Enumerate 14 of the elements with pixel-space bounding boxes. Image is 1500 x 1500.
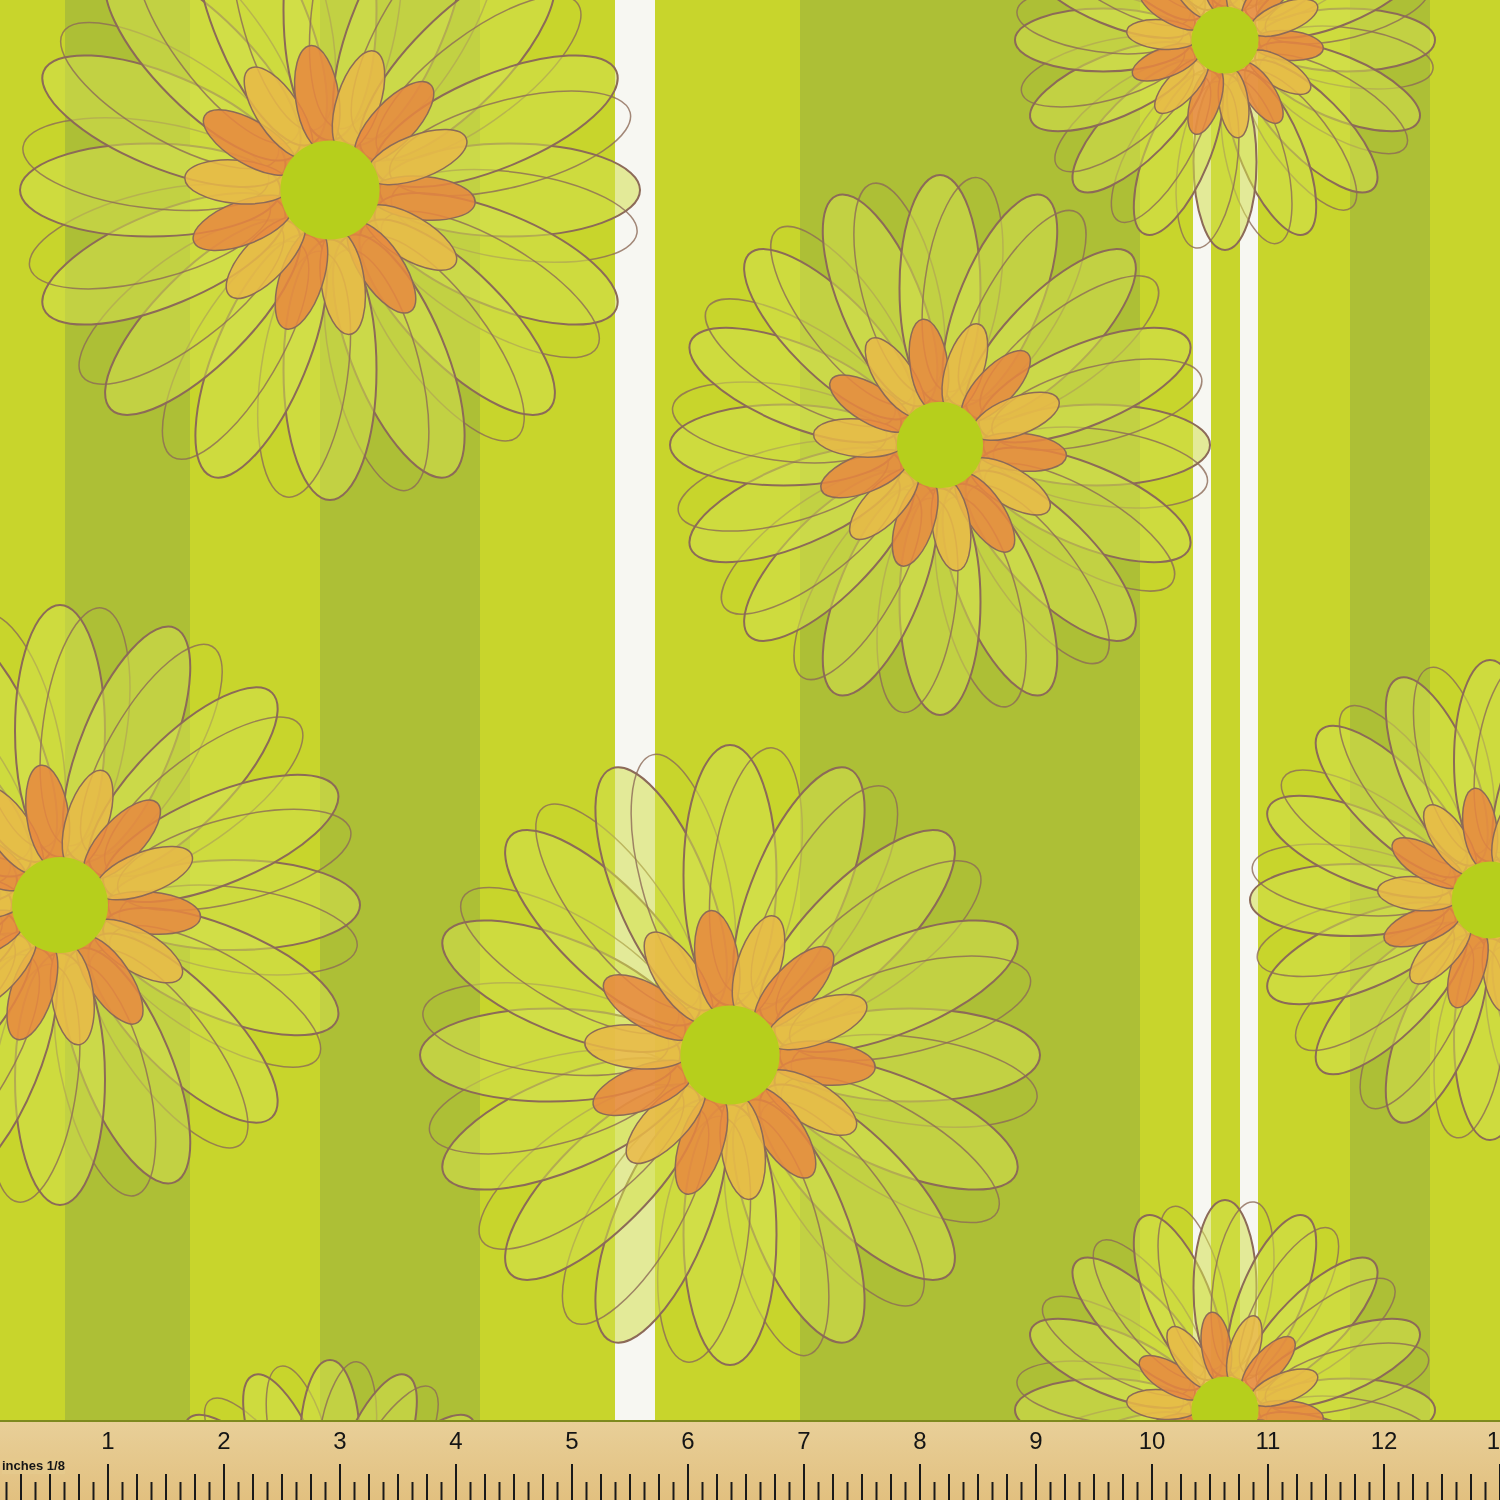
ruler-number: 1 [101, 1426, 115, 1456]
ruler-number: 6 [681, 1426, 695, 1456]
ruler-number: 10 [1138, 1426, 1166, 1456]
ruler-number: 11 [1255, 1426, 1281, 1456]
ruler-number: 8 [913, 1426, 927, 1456]
ruler-number: 3 [333, 1426, 347, 1456]
ruler-number: 7 [797, 1426, 811, 1456]
ruler-number: 9 [1029, 1426, 1043, 1456]
ruler-number: 12 [1370, 1426, 1398, 1456]
ruler-number: 2 [217, 1426, 231, 1456]
unit-label: inches 1/8 [2, 1458, 65, 1474]
ruler-number: 5 [565, 1426, 579, 1456]
ruler-number: 4 [449, 1426, 463, 1456]
ruler-number: 1 [1486, 1426, 1500, 1456]
